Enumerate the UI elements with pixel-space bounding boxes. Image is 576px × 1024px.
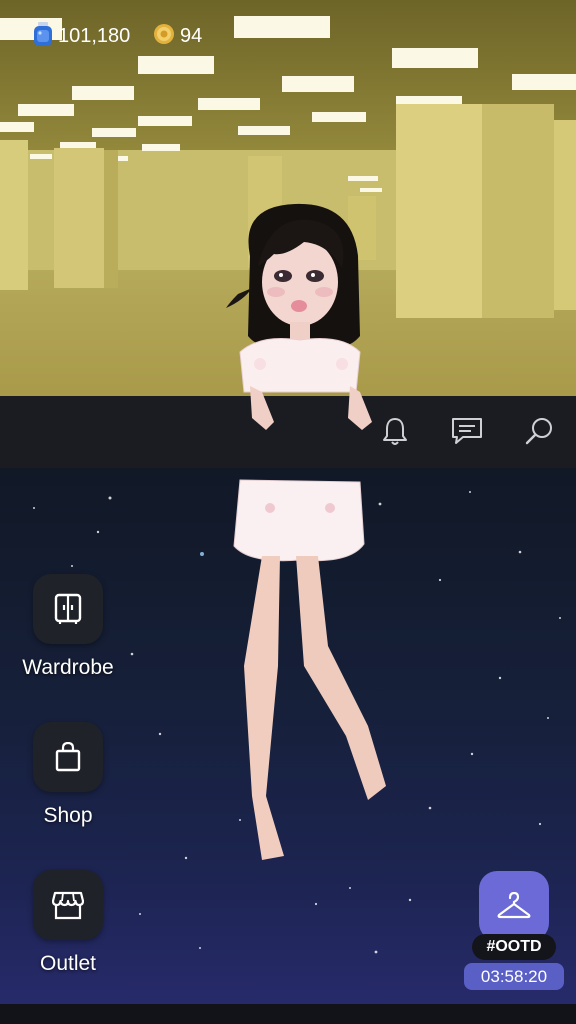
gems-value: 101,180 — [58, 24, 131, 47]
hanger-icon — [497, 892, 531, 919]
gem-jar-icon — [32, 21, 54, 52]
chat-icon — [452, 418, 482, 444]
shopping-bag-icon — [55, 742, 81, 772]
wardrobe-label: Wardrobe — [22, 656, 114, 679]
storefront-icon — [52, 891, 84, 920]
search-icon — [525, 418, 552, 445]
coin-icon — [152, 22, 176, 51]
coins-counter[interactable]: 94 — [152, 22, 202, 50]
messages-button[interactable] — [450, 414, 484, 448]
wardrobe-icon — [54, 593, 82, 624]
outlet-tile[interactable] — [33, 870, 103, 940]
shop-button[interactable]: Shop — [0, 722, 136, 828]
wardrobe-tile[interactable] — [33, 574, 103, 644]
ootd-button[interactable] — [479, 871, 549, 941]
gems-counter[interactable]: 101,180 — [32, 21, 131, 52]
ootd-tag: #OOTD — [472, 934, 556, 960]
ootd-timer: 03:58:20 — [464, 963, 564, 990]
wardrobe-button[interactable]: Wardrobe — [0, 574, 136, 680]
search-button[interactable] — [522, 414, 556, 448]
avatar[interactable] — [200, 196, 410, 868]
coins-value: 94 — [180, 24, 203, 47]
shop-tile[interactable] — [33, 722, 103, 792]
shop-label: Shop — [43, 804, 93, 827]
bottom-strip — [0, 1004, 576, 1024]
outlet-button[interactable]: Outlet — [0, 870, 136, 976]
outlet-label: Outlet — [39, 952, 97, 975]
